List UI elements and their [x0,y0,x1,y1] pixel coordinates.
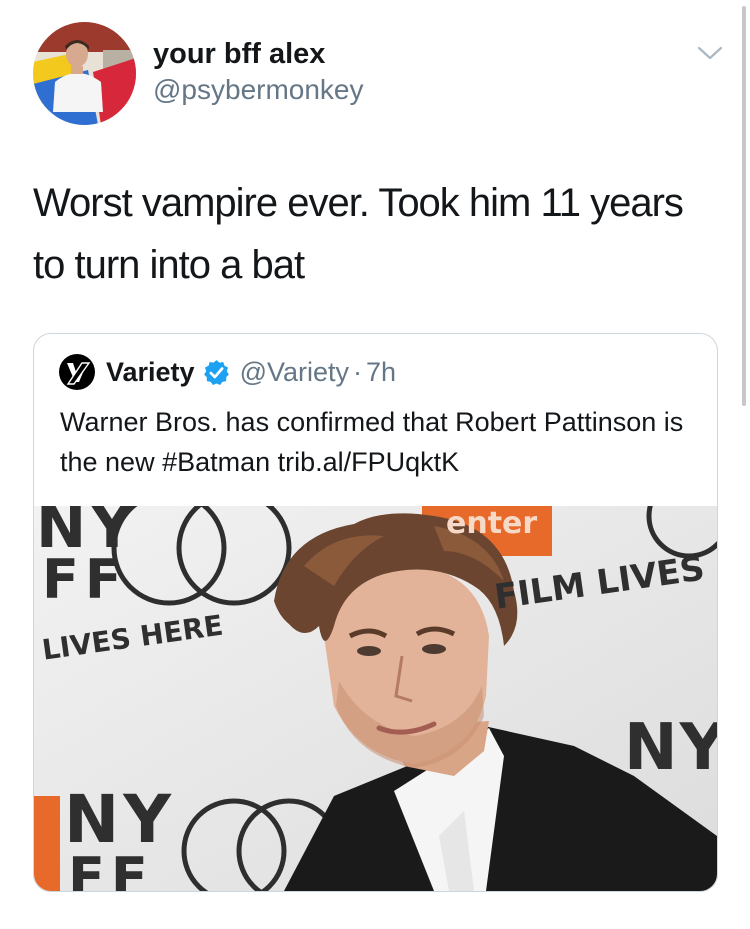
quoted-display-name[interactable]: Variety [106,357,195,388]
backdrop-logo-ff-bottom: FF [68,846,154,891]
author-block[interactable]: your bff alex @psybermonkey [153,36,364,108]
backdrop-center-badge: enter [446,506,538,541]
chevron-down-icon[interactable] [697,44,723,62]
variety-logo-icon[interactable] [58,353,96,391]
verified-badge-icon [203,359,229,385]
quoted-tweet-text: Warner Bros. has confirmed that Robert P… [60,407,684,477]
author-display-name[interactable]: your bff alex [153,36,364,72]
quoted-timestamp[interactable]: 7h [366,357,396,388]
backdrop-logo-ff: FF [42,548,128,611]
quoted-tweet-header: Variety @Variety · 7h [58,352,396,392]
quoted-tweet-photo[interactable]: NY FF LIVES HERE enter FILM LIVES HE NY … [34,506,717,891]
quoted-separator: · [353,356,363,387]
author-handle[interactable]: @psybermonkey [153,72,364,108]
quoted-handle[interactable]: @Variety [240,357,349,388]
tweet-header: your bff alex @psybermonkey [33,22,723,126]
quoted-tweet-card[interactable]: Variety @Variety · 7h Warner Bros. has c… [33,333,718,892]
scrollbar[interactable] [742,6,746,406]
backdrop-logo-right: NY [624,711,717,785]
tweet-text: Worst vampire ever. Took him 11 years to… [33,181,684,287]
avatar[interactable] [33,22,136,125]
